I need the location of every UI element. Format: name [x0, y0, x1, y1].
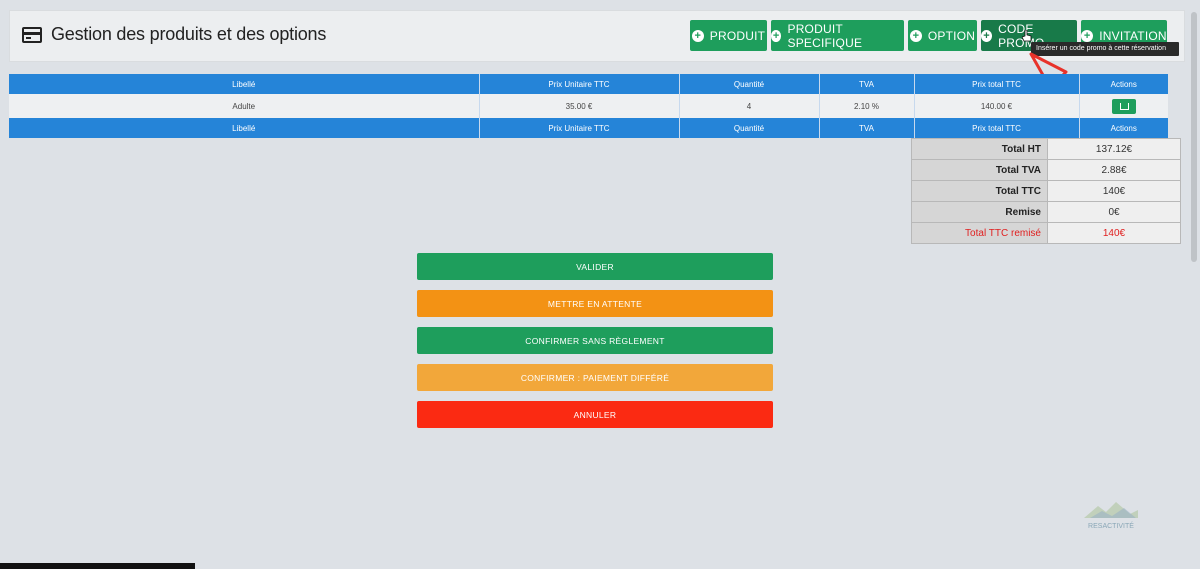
plus-circle-icon: + — [981, 29, 993, 42]
total-discounted-value: 140€ — [1047, 222, 1181, 244]
column-header: Quantité — [679, 74, 820, 94]
discount-value: 0€ — [1047, 201, 1181, 223]
total-ht-value: 137.12€ — [1047, 138, 1181, 160]
discount-label: Remise — [911, 201, 1048, 223]
table-header-row: Libellé Prix Unitaire TTC Quantité TVA P… — [9, 74, 1168, 94]
page-title: Gestion des produits et des options — [51, 24, 327, 44]
column-header: Prix Unitaire TTC — [479, 74, 680, 94]
table-cell: 35.00 € — [479, 94, 680, 118]
plus-circle-icon: + — [771, 29, 782, 42]
add-product-button[interactable]: + PRODUIT — [690, 20, 767, 51]
column-footer: Libellé — [9, 118, 480, 138]
mountain-logo-icon: RESACTIVITÉ — [1084, 502, 1138, 530]
totals-row: Total TVA 2.88€ — [911, 159, 1181, 181]
column-header: Libellé — [9, 74, 480, 94]
credit-card-icon — [22, 26, 42, 43]
add-product-label: PRODUIT — [709, 28, 766, 43]
column-header: TVA — [819, 74, 915, 94]
edit-row-button[interactable] — [1111, 98, 1136, 114]
cancel-button[interactable]: ANNULER — [417, 401, 773, 428]
hand-cursor-icon — [1022, 30, 1032, 42]
resactivite-logo: RESACTIVITÉ — [1080, 500, 1142, 532]
table-cell: Adulte — [9, 94, 480, 118]
plus-circle-icon: + — [691, 29, 704, 42]
totals-row: Total TTC remisé 140€ — [911, 222, 1181, 244]
total-tva-label: Total TVA — [911, 159, 1048, 181]
column-footer: TVA — [819, 118, 915, 138]
column-footer: Actions — [1079, 118, 1168, 138]
column-footer: Prix total TTC — [914, 118, 1080, 138]
total-ht-label: Total HT — [911, 138, 1048, 160]
table-row: Adulte 35.00 € 4 2.10 % 140.00 € — [9, 94, 1168, 118]
confirm-without-payment-button[interactable]: CONFIRMER SANS RÈGLEMENT — [417, 327, 773, 354]
logo-text: RESACTIVITÉ — [1088, 521, 1134, 530]
total-tva-value: 2.88€ — [1047, 159, 1181, 181]
column-footer: Quantité — [679, 118, 820, 138]
add-invitation-label: INVITATION — [1099, 28, 1167, 43]
confirm-deferred-payment-button[interactable]: CONFIRMER : PAIEMENT DIFFÉRÉ — [417, 364, 773, 391]
table-cell: 2.10 % — [819, 94, 915, 118]
total-ttc-value: 140€ — [1047, 180, 1181, 202]
add-specific-product-button[interactable]: + PRODUIT SPECIFIQUE — [771, 20, 904, 51]
products-table: Libellé Prix Unitaire TTC Quantité TVA P… — [9, 74, 1168, 138]
table-cell-actions — [1079, 94, 1168, 118]
plus-circle-icon: + — [909, 29, 922, 42]
total-discounted-label: Total TTC remisé — [911, 222, 1048, 244]
table-cell: 4 — [679, 94, 820, 118]
plus-circle-icon: + — [1081, 29, 1094, 42]
table-footer-row: Libellé Prix Unitaire TTC Quantité TVA P… — [9, 118, 1168, 138]
put-on-hold-button[interactable]: METTRE EN ATTENTE — [417, 290, 773, 317]
add-option-button[interactable]: + OPTION — [908, 20, 977, 51]
table-cell: 140.00 € — [914, 94, 1080, 118]
totals-table: Total HT 137.12€ Total TVA 2.88€ Total T… — [911, 138, 1181, 244]
vertical-scrollbar[interactable] — [1191, 12, 1197, 262]
totals-row: Total HT 137.12€ — [911, 138, 1181, 160]
validate-button[interactable]: VALIDER — [417, 253, 773, 280]
add-option-label: OPTION — [927, 28, 976, 43]
column-header: Actions — [1079, 74, 1168, 94]
bottom-strip — [0, 563, 195, 569]
column-footer: Prix Unitaire TTC — [479, 118, 680, 138]
totals-row: Total TTC 140€ — [911, 180, 1181, 202]
header-title-group: Gestion des produits et des options — [22, 24, 326, 45]
column-header: Prix total TTC — [914, 74, 1080, 94]
add-specific-product-label: PRODUIT SPECIFIQUE — [787, 21, 863, 50]
total-ttc-label: Total TTC — [911, 180, 1048, 202]
totals-row: Remise 0€ — [911, 201, 1181, 223]
